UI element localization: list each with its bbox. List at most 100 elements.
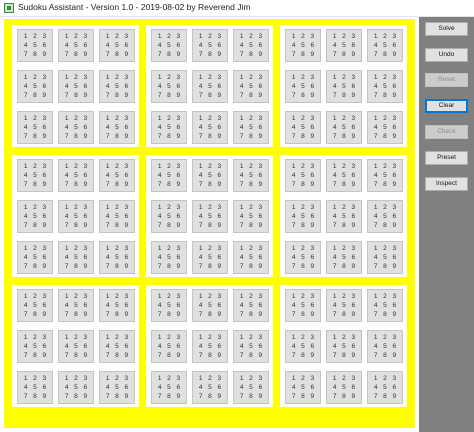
sudoku-cell[interactable]: 123 456 789 xyxy=(285,29,321,62)
sudoku-cell[interactable]: 123 456 789 xyxy=(151,241,187,274)
sudoku-cell[interactable]: 123 456 789 xyxy=(367,70,403,103)
sudoku-cell[interactable]: 123 456 789 xyxy=(326,70,362,103)
sudoku-cell[interactable]: 123 456 789 xyxy=(285,70,321,103)
sudoku-cell[interactable]: 123 456 789 xyxy=(285,289,321,322)
sudoku-cell[interactable]: 123 456 789 xyxy=(233,289,269,322)
sudoku-cell[interactable]: 123 456 789 xyxy=(326,330,362,363)
sudoku-cell[interactable]: 123 456 789 xyxy=(99,289,135,322)
sudoku-cell[interactable]: 123 456 789 xyxy=(58,159,94,192)
sudoku-cell[interactable]: 123 456 789 xyxy=(233,29,269,62)
sudoku-cell[interactable]: 123 456 789 xyxy=(367,330,403,363)
clear-button[interactable]: Clear xyxy=(425,99,468,113)
sudoku-cell[interactable]: 123 456 789 xyxy=(99,371,135,404)
sudoku-cell[interactable]: 123 456 789 xyxy=(233,70,269,103)
reset-button[interactable]: Reset xyxy=(425,73,468,87)
sudoku-cell[interactable]: 123 456 789 xyxy=(99,330,135,363)
sudoku-cell[interactable]: 123 456 789 xyxy=(367,200,403,233)
sudoku-cell[interactable]: 123 456 789 xyxy=(233,200,269,233)
sudoku-cell[interactable]: 123 456 789 xyxy=(151,289,187,322)
candidate-digit: 4 xyxy=(157,42,162,49)
sudoku-cell[interactable]: 123 456 789 xyxy=(192,289,228,322)
sudoku-cell[interactable]: 123 456 789 xyxy=(58,330,94,363)
sudoku-cell[interactable]: 123 456 789 xyxy=(58,200,94,233)
sudoku-cell[interactable]: 123 456 789 xyxy=(326,111,362,144)
sudoku-cell[interactable]: 123 456 789 xyxy=(233,159,269,192)
sudoku-cell[interactable]: 123 456 789 xyxy=(233,241,269,274)
sudoku-cell[interactable]: 123 456 789 xyxy=(192,330,228,363)
sudoku-cell[interactable]: 123 456 789 xyxy=(99,241,135,274)
sudoku-cell[interactable]: 123 456 789 xyxy=(192,159,228,192)
sudoku-cell[interactable]: 123 456 789 xyxy=(58,29,94,62)
check-button[interactable]: Check xyxy=(425,125,468,139)
candidate-digit: 5 xyxy=(301,42,305,49)
sudoku-cell[interactable]: 123 456 789 xyxy=(151,70,187,103)
undo-button[interactable]: Undo xyxy=(425,48,468,62)
sudoku-cell[interactable]: 123 456 789 xyxy=(99,70,135,103)
sudoku-cell[interactable]: 123 456 789 xyxy=(326,241,362,274)
sudoku-cell[interactable]: 123 456 789 xyxy=(233,371,269,404)
sudoku-cell[interactable]: 123 456 789 xyxy=(192,371,228,404)
sudoku-cell[interactable]: 123 456 789 xyxy=(367,159,403,192)
sudoku-cell[interactable]: 123 456 789 xyxy=(326,371,362,404)
candidate-digit: 3 xyxy=(310,74,315,81)
sudoku-cell[interactable]: 123 456 789 xyxy=(367,29,403,62)
sudoku-cell[interactable]: 123 456 789 xyxy=(326,29,362,62)
sudoku-cell[interactable]: 123 456 789 xyxy=(192,200,228,233)
candidate-digit: 8 xyxy=(33,181,37,188)
sudoku-cell[interactable]: 123 456 789 xyxy=(17,241,53,274)
sudoku-cell[interactable]: 123 456 789 xyxy=(17,111,53,144)
sudoku-cell[interactable]: 123 456 789 xyxy=(58,371,94,404)
sudoku-cell[interactable]: 123 456 789 xyxy=(285,200,321,233)
candidate-digit: 3 xyxy=(217,293,222,300)
sudoku-cell[interactable]: 123 456 789 xyxy=(326,200,362,233)
sudoku-cell[interactable]: 123 456 789 xyxy=(17,371,53,404)
sudoku-cell[interactable]: 123 456 789 xyxy=(233,111,269,144)
sudoku-cell[interactable]: 123 456 789 xyxy=(367,289,403,322)
sudoku-cell[interactable]: 123 456 789 xyxy=(192,29,228,62)
sudoku-cell[interactable]: 123 456 789 xyxy=(17,330,53,363)
sudoku-cell[interactable]: 123 456 789 xyxy=(17,70,53,103)
sudoku-cell[interactable]: 123 456 789 xyxy=(58,111,94,144)
sudoku-cell[interactable]: 123 456 789 xyxy=(17,159,53,192)
sudoku-cell[interactable]: 123 456 789 xyxy=(285,111,321,144)
sudoku-cell[interactable]: 123 456 789 xyxy=(58,241,94,274)
sudoku-cell[interactable]: 123 456 789 xyxy=(192,70,228,103)
sudoku-cell[interactable]: 123 456 789 xyxy=(99,159,135,192)
sudoku-cell[interactable]: 123 456 789 xyxy=(58,70,94,103)
sudoku-cell[interactable]: 123 456 789 xyxy=(192,241,228,274)
candidate-digit: 4 xyxy=(332,384,337,391)
sudoku-cell[interactable]: 123 456 789 xyxy=(367,371,403,404)
sudoku-cell[interactable]: 123 456 789 xyxy=(99,111,135,144)
candidate-digit: 1 xyxy=(291,33,296,40)
sudoku-cell[interactable]: 123 456 789 xyxy=(326,159,362,192)
sudoku-cell[interactable]: 123 456 789 xyxy=(151,29,187,62)
candidate-digit: 5 xyxy=(383,83,387,90)
sudoku-cell[interactable]: 123 456 789 xyxy=(367,111,403,144)
sudoku-cell[interactable]: 123 456 789 xyxy=(17,289,53,322)
sudoku-cell[interactable]: 123 456 789 xyxy=(151,200,187,233)
sudoku-cell[interactable]: 123 456 789 xyxy=(285,159,321,192)
candidate-digit: 1 xyxy=(373,115,378,122)
candidate-digit: 5 xyxy=(301,343,305,350)
sudoku-cell[interactable]: 123 456 789 xyxy=(151,371,187,404)
sudoku-cell[interactable]: 123 456 789 xyxy=(17,200,53,233)
sudoku-cell[interactable]: 123 456 789 xyxy=(151,111,187,144)
sudoku-cell[interactable]: 123 456 789 xyxy=(58,289,94,322)
preset-button[interactable]: Preset xyxy=(425,151,468,165)
sudoku-cell[interactable]: 123 456 789 xyxy=(17,29,53,62)
sudoku-cell[interactable]: 123 456 789 xyxy=(285,241,321,274)
solve-button[interactable]: Solve xyxy=(425,22,468,36)
inspect-button[interactable]: Inspect xyxy=(425,177,468,191)
sudoku-cell[interactable]: 123 456 789 xyxy=(151,159,187,192)
sudoku-cell[interactable]: 123 456 789 xyxy=(285,371,321,404)
candidate-digit: 2 xyxy=(167,74,171,81)
sudoku-cell[interactable]: 123 456 789 xyxy=(233,330,269,363)
sudoku-cell[interactable]: 123 456 789 xyxy=(326,289,362,322)
sudoku-cell[interactable]: 123 456 789 xyxy=(367,241,403,274)
sudoku-cell[interactable]: 123 456 789 xyxy=(151,330,187,363)
candidate-digit: 1 xyxy=(64,375,69,382)
sudoku-cell[interactable]: 123 456 789 xyxy=(192,111,228,144)
sudoku-cell[interactable]: 123 456 789 xyxy=(285,330,321,363)
sudoku-cell[interactable]: 123 456 789 xyxy=(99,200,135,233)
sudoku-cell[interactable]: 123 456 789 xyxy=(99,29,135,62)
